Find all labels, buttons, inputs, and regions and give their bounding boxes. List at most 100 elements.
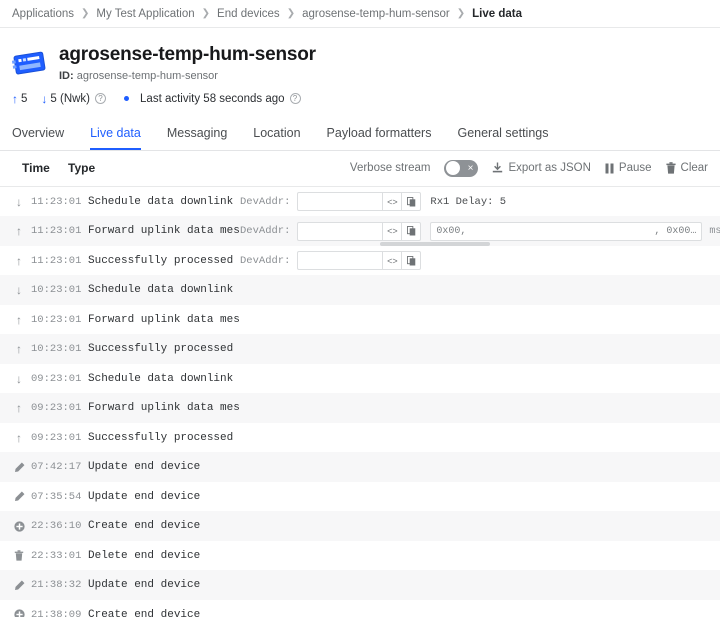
uplink-arrow-icon: ↑	[12, 402, 26, 414]
tab-messaging[interactable]: Messaging	[167, 126, 227, 150]
breadcrumb-item-applications[interactable]: Applications	[12, 8, 74, 20]
pause-button[interactable]: Pause	[605, 162, 652, 174]
table-row[interactable]: ↓10:23:01Schedule data downlink for…	[0, 275, 720, 305]
tab-payload-formatters[interactable]: Payload formatters	[327, 126, 432, 150]
event-time: 21:38:32	[26, 579, 88, 591]
pencil-icon	[12, 491, 26, 502]
event-time: 09:23:01	[26, 432, 88, 444]
event-type: Schedule data downlink for…	[88, 284, 240, 296]
device-id: ID: agrosense-temp-hum-sensor	[59, 70, 316, 82]
event-time: 21:38:09	[26, 609, 88, 617]
event-type: Create end device	[88, 520, 240, 532]
downlink-count-value: 5 (Nwk)	[50, 93, 90, 105]
page-title: agrosense-temp-hum-sensor	[59, 44, 316, 66]
code-view-icon[interactable]: <>	[383, 222, 402, 241]
copy-icon[interactable]	[402, 222, 421, 241]
tab-general-settings[interactable]: General settings	[457, 126, 548, 150]
download-icon	[492, 162, 503, 174]
event-type: Update end device	[88, 461, 240, 473]
table-row[interactable]: ↓11:23:01Schedule data downlink for…DevA…	[0, 187, 720, 217]
table-row[interactable]: ↑11:23:01Forward uplink data messageDevA…	[0, 216, 720, 246]
table-row[interactable]: 07:35:54Update end device	[0, 482, 720, 512]
tab-live-data[interactable]: Live data	[90, 126, 141, 150]
pause-label: Pause	[619, 162, 652, 174]
end-device-icon	[12, 45, 48, 81]
table-row[interactable]: ↑09:23:01Forward uplink data message	[0, 393, 720, 423]
devaddr-input[interactable]	[297, 192, 383, 211]
export-as-json-label: Export as JSON	[508, 162, 590, 174]
copy-icon[interactable]	[402, 192, 421, 211]
plus-circle-icon	[12, 609, 26, 617]
column-header-time: Time	[12, 161, 68, 175]
downlink-arrow-icon: ↓	[12, 284, 26, 296]
pencil-icon	[12, 580, 26, 591]
trash-icon	[666, 162, 676, 174]
table-row[interactable]: ↑10:23:01Successfully processed dat…	[0, 334, 720, 364]
toggle-off-icon: ×	[468, 161, 474, 176]
toggle-knob	[446, 161, 460, 175]
device-header: agrosense-temp-hum-sensor ID: agrosense-…	[0, 28, 720, 82]
msb-toggle-button[interactable]: msb	[709, 226, 720, 237]
table-row[interactable]: 21:38:32Update end device	[0, 570, 720, 600]
breadcrumb-separator-icon: ❯	[81, 8, 89, 19]
clear-button[interactable]: Clear	[666, 162, 708, 174]
breadcrumb-separator-icon: ❯	[202, 8, 210, 19]
event-time: 10:23:01	[26, 284, 88, 296]
code-view-icon[interactable]: <>	[383, 192, 402, 211]
downlink-count: ↓ 5 (Nwk) ?	[41, 93, 106, 105]
device-stats: ↑ 5 ↓ 5 (Nwk) ? Last activity 58 seconds…	[0, 82, 720, 105]
breadcrumb-item-end-devices[interactable]: End devices	[217, 8, 280, 20]
event-type: Delete end device	[88, 550, 240, 562]
payload-start: 0x00,	[436, 226, 466, 237]
help-icon[interactable]: ?	[95, 93, 106, 104]
table-row[interactable]: ↑10:23:01Forward uplink data message	[0, 305, 720, 335]
status-dot-icon	[124, 96, 129, 101]
payload-field[interactable]: 0x00, , 0x00…	[430, 222, 702, 241]
verbose-stream-toggle[interactable]: ×	[444, 160, 478, 177]
tab-location[interactable]: Location	[253, 126, 300, 150]
event-list[interactable]: ↓ 11:23:01 Schedule data downlink for… DevA…	[0, 187, 720, 617]
payload-end: , 0x00…	[654, 226, 696, 237]
event-detail: DevAddr: <> Rx1 Delay: 5	[240, 192, 506, 211]
uplink-arrow-icon: ↑	[12, 343, 26, 355]
uplink-arrow-icon: ↑	[12, 314, 26, 326]
table-row[interactable]: 22:33:01Delete end device	[0, 541, 720, 571]
rx1-delay-text: Rx1 Delay: 5	[430, 196, 506, 208]
tab-overview[interactable]: Overview	[12, 126, 64, 150]
breadcrumb-separator-icon: ❯	[287, 8, 295, 19]
clear-label: Clear	[681, 162, 708, 174]
devaddr-label: DevAddr:	[240, 196, 290, 208]
table-row[interactable]: 22:36:10Create end device	[0, 511, 720, 541]
device-id-label: ID:	[59, 70, 74, 82]
help-icon[interactable]: ?	[290, 93, 301, 104]
event-time: 09:23:01	[26, 402, 88, 414]
code-view-icon[interactable]: <>	[383, 251, 402, 270]
uplink-arrow-icon: ↑	[12, 93, 18, 105]
breadcrumb-item-agrosense-temp-hum-sensor[interactable]: agrosense-temp-hum-sensor	[302, 8, 450, 20]
breadcrumb-item-my-test-application[interactable]: My Test Application	[96, 8, 194, 20]
event-time: 11:23:01	[26, 225, 88, 237]
uplink-count-value: 5	[21, 93, 27, 105]
copy-icon[interactable]	[402, 251, 421, 270]
devaddr-input[interactable]	[297, 251, 383, 270]
event-time: 22:36:10	[26, 520, 88, 532]
event-type: Forward uplink data message	[88, 225, 240, 237]
event-detail: DevAddr: <> 0x00, , 0x00… msb	[240, 222, 720, 241]
msb-label: msb	[709, 226, 720, 237]
event-time: 09:23:01	[26, 373, 88, 385]
pencil-icon	[12, 462, 26, 473]
event-time: 11:23:01	[26, 255, 88, 267]
downlink-arrow-icon: ↓	[12, 196, 26, 208]
event-type: Forward uplink data message	[88, 314, 240, 326]
devaddr-label: DevAddr:	[240, 225, 290, 237]
event-type: Forward uplink data message	[88, 402, 240, 414]
table-row[interactable]: ↑11:23:01Successfully processed dat…DevA…	[0, 246, 720, 276]
table-row[interactable]: ↓09:23:01Schedule data downlink for…	[0, 364, 720, 394]
table-row[interactable]: 21:38:09Create end device	[0, 600, 720, 617]
export-as-json-button[interactable]: Export as JSON	[492, 162, 590, 174]
table-row[interactable]: ↑09:23:01Successfully processed dat…	[0, 423, 720, 453]
devaddr-input[interactable]	[297, 222, 383, 241]
event-time: 07:35:54	[26, 491, 88, 503]
event-time: 10:23:01	[26, 343, 88, 355]
table-row[interactable]: 07:42:17Update end device	[0, 452, 720, 482]
